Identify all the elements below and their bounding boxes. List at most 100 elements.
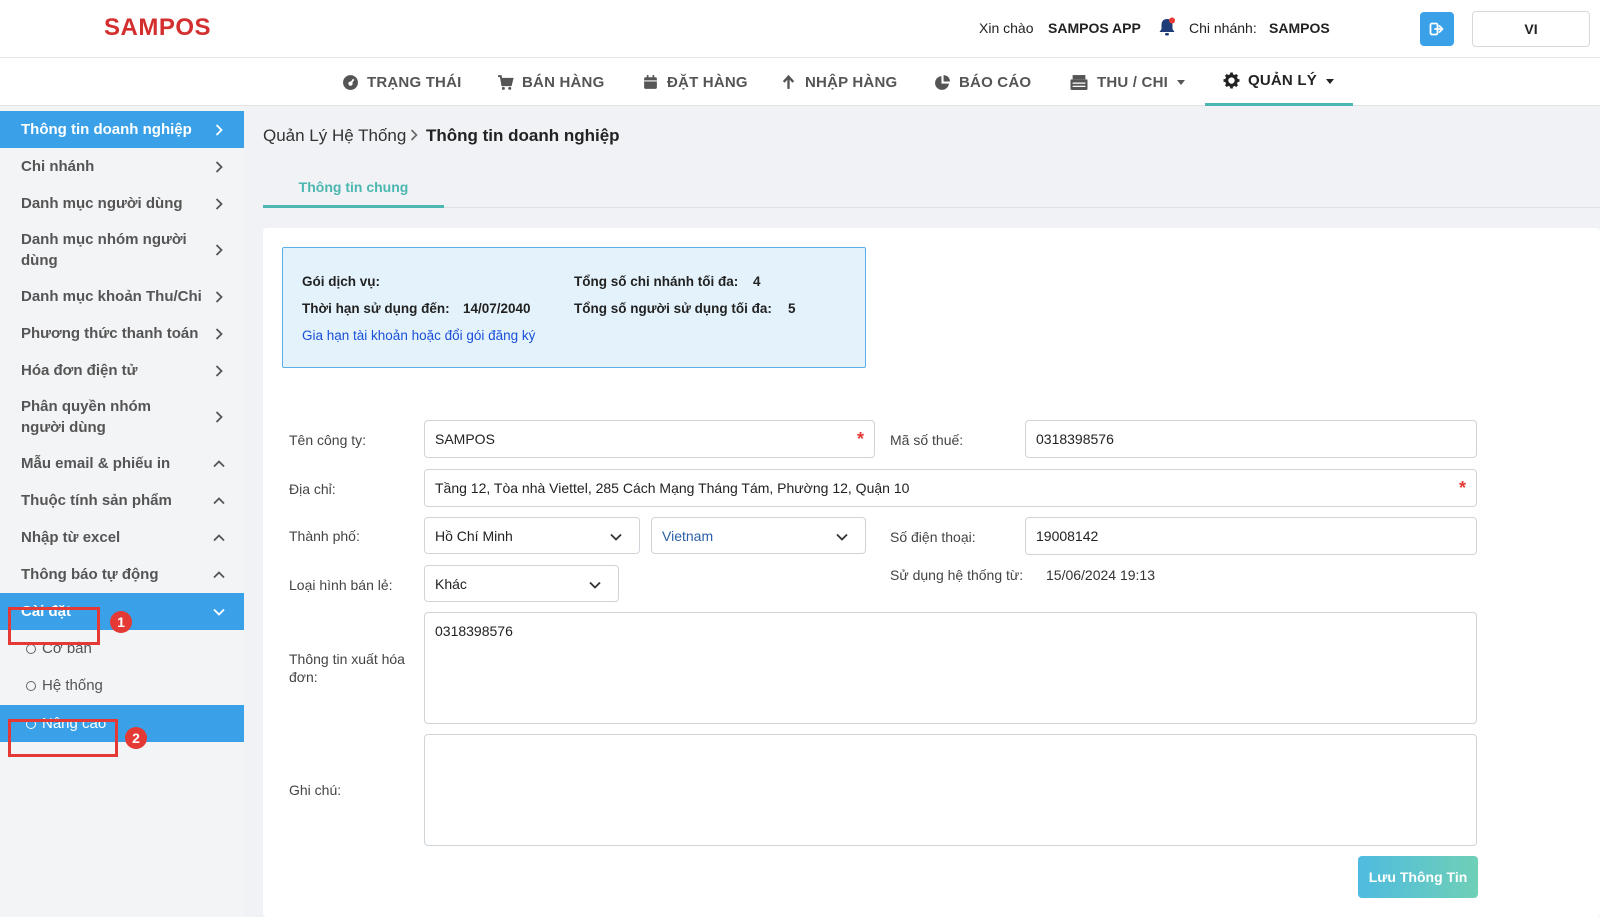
sidebar-item-label: Thông báo tự động [21,566,159,583]
chevron-right-icon [215,290,223,303]
chevron-right-icon [215,160,223,173]
sidebar-item-chi-nhanh[interactable]: Chi nhánh [0,148,244,185]
sidebar-item-label: Hóa đơn điện tử [21,362,138,379]
language-select[interactable]: VI [1472,11,1590,47]
gear-icon [1223,72,1240,89]
chevron-down-icon [836,533,848,541]
chevron-right-icon [215,123,223,136]
address-value: Tầng 12, Tòa nhà Viettel, 285 Cách Mạng … [435,480,910,496]
sidebar-subitem-he-thong[interactable]: Hệ thống [0,667,244,704]
max-user-label: Tổng số người sử dụng tối đa: [574,301,772,316]
arrow-up-icon [782,74,795,89]
breadcrumb-chevron-icon [410,129,418,141]
chevron-up-icon [213,570,225,578]
highlight-box-nang-cao [8,719,118,757]
sidebar-item-label: Chi nhánh [21,158,95,175]
dashboard-icon [343,74,358,90]
caret-down-icon [1176,80,1185,85]
sidebar-item-thuoc-tinh-san-pham[interactable]: Thuộc tính sản phẩm [0,482,244,519]
notification-bell-icon[interactable] [1158,17,1176,37]
main-nav: TRẠNG THÁI BÁN HÀNG ĐẶT HÀNG NHẬP HÀNG B… [0,58,1600,106]
branch-value[interactable]: SAMPOS [1269,20,1330,36]
sidebar-item-danh-muc-nhom-nguoi-dung[interactable]: Danh mục nhóm người dùng [0,222,244,278]
nav-label: THU / CHI [1097,73,1168,91]
max-branch-value: 4 [753,274,761,289]
company-name-value: SAMPOS [435,431,495,447]
country-value: Vietnam [662,527,714,544]
retail-type-label: Loại hình bán lẻ: [289,577,393,593]
tax-label: Mã số thuế: [890,432,964,448]
sidebar-item-danh-muc-nguoi-dung[interactable]: Danh mục người dùng [0,185,244,222]
chevron-right-icon [215,411,223,423]
sidebar: Thông tin doanh nghiệp Chi nhánh Danh mụ… [0,106,244,917]
company-name-input[interactable]: SAMPOS * [424,420,875,458]
chevron-right-icon [215,197,223,210]
phone-input[interactable]: 19008142 [1025,517,1477,555]
nav-thu-chi[interactable]: THU / CHI [1069,58,1186,106]
sidebar-item-nhap-tu-excel[interactable]: Nhập từ excel [0,519,244,556]
tab-thong-tin-chung[interactable]: Thông tin chung [263,168,444,208]
note-textarea[interactable] [424,734,1477,846]
nav-dat-hang[interactable]: ĐẶT HÀNG [642,58,748,106]
phone-value: 19008142 [1036,528,1099,544]
sidebar-item-label: Phương thức thanh toán [21,325,199,342]
city-select[interactable]: Hồ Chí Minh [424,517,640,554]
max-user-value: 5 [788,301,796,316]
address-input[interactable]: Tầng 12, Tòa nhà Viettel, 285 Cách Mạng … [424,469,1477,507]
sidebar-item-label: Phân quyền nhóm người dùng [21,398,152,436]
sidebar-item-phuong-thuc-thanh-toan[interactable]: Phương thức thanh toán [0,315,244,352]
chevron-up-icon [213,533,225,541]
company-label: Tên công ty: [289,432,367,448]
nav-bao-cao[interactable]: BÁO CÁO [934,58,1031,106]
chevron-down-icon [213,608,225,616]
chevron-down-icon [589,581,601,589]
sidebar-item-thong-bao-tu-dong[interactable]: Thông báo tự động [0,556,244,593]
breadcrumb-parent[interactable]: Quản Lý Hệ Thống [263,126,406,146]
sidebar-item-label: Thuộc tính sản phẩm [21,492,172,509]
nav-nhap-hang[interactable]: NHẬP HÀNG [780,58,897,106]
sidebar-item-mau-email-phieu-in[interactable]: Mẫu email & phiếu in [0,445,244,482]
nav-label: BÁO CÁO [959,73,1032,91]
user-name: SAMPOS APP [1048,20,1141,36]
chevron-right-icon [215,364,223,377]
nav-ban-hang[interactable]: BÁN HÀNG [497,58,604,106]
nav-label: NHẬP HÀNG [805,73,898,91]
branch-label: Chi nhánh: [1189,20,1257,36]
retail-type-select[interactable]: Khác [424,565,619,602]
logout-icon [1429,22,1444,36]
renew-link[interactable]: Gia hạn tài khoản hoặc đổi gói đăng ký [302,328,535,343]
nav-quan-ly[interactable]: QUẢN LÝ [1205,58,1353,106]
city-label: Thành phố: [289,528,360,544]
since-value: 15/06/2024 19:13 [1046,567,1155,583]
sidebar-item-thong-tin-doanh-nghiep[interactable]: Thông tin doanh nghiệp [0,111,244,148]
highlight-box-cai-dat [8,607,100,645]
sidebar-subitem-label: Hệ thống [42,677,103,694]
sidebar-item-phan-quyen-nhom-nguoi-dung[interactable]: Phân quyền nhóm người dùng [0,389,244,445]
save-button[interactable]: Lưu Thông Tin [1358,856,1478,898]
nav-trang-thai[interactable]: TRẠNG THÁI [342,58,462,106]
nav-label: QUẢN LÝ [1248,72,1317,89]
pie-chart-icon [935,74,950,90]
sidebar-item-label: Danh mục nhóm người dùng [21,231,187,269]
invoice-info-textarea[interactable]: 0318398576 [424,612,1477,724]
note-label: Ghi chú: [289,782,342,798]
expiry-label: Thời hạn sử dụng đến: [302,301,450,316]
invoice-label: Thông tin xuất hóa đơn: [289,651,405,685]
nav-label: TRẠNG THÁI [367,73,462,91]
radio-circle-icon [26,643,36,654]
calendar-icon [644,74,657,89]
city-value: Hồ Chí Minh [435,527,513,544]
cash-register-icon [1070,74,1088,90]
phone-label: Số điện thoại: [890,529,976,545]
sidebar-item-danh-muc-khoan-thu-chi[interactable]: Danh mục khoản Thu/Chi [0,278,244,315]
nav-label: BÁN HÀNG [522,73,605,91]
logout-button[interactable] [1420,12,1454,46]
country-select[interactable]: Vietnam [651,517,866,554]
sidebar-item-label: Danh mục khoản Thu/Chi [21,288,202,305]
step-badge-1: 1 [110,611,132,633]
breadcrumb-current: Thông tin doanh nghiệp [426,126,620,145]
greeting-text: Xin chào [979,20,1034,36]
sidebar-item-hoa-don-dien-tu[interactable]: Hóa đơn điện tử [0,352,244,389]
tax-code-input[interactable]: 0318398576 [1025,420,1477,458]
nav-label: ĐẶT HÀNG [667,73,748,91]
